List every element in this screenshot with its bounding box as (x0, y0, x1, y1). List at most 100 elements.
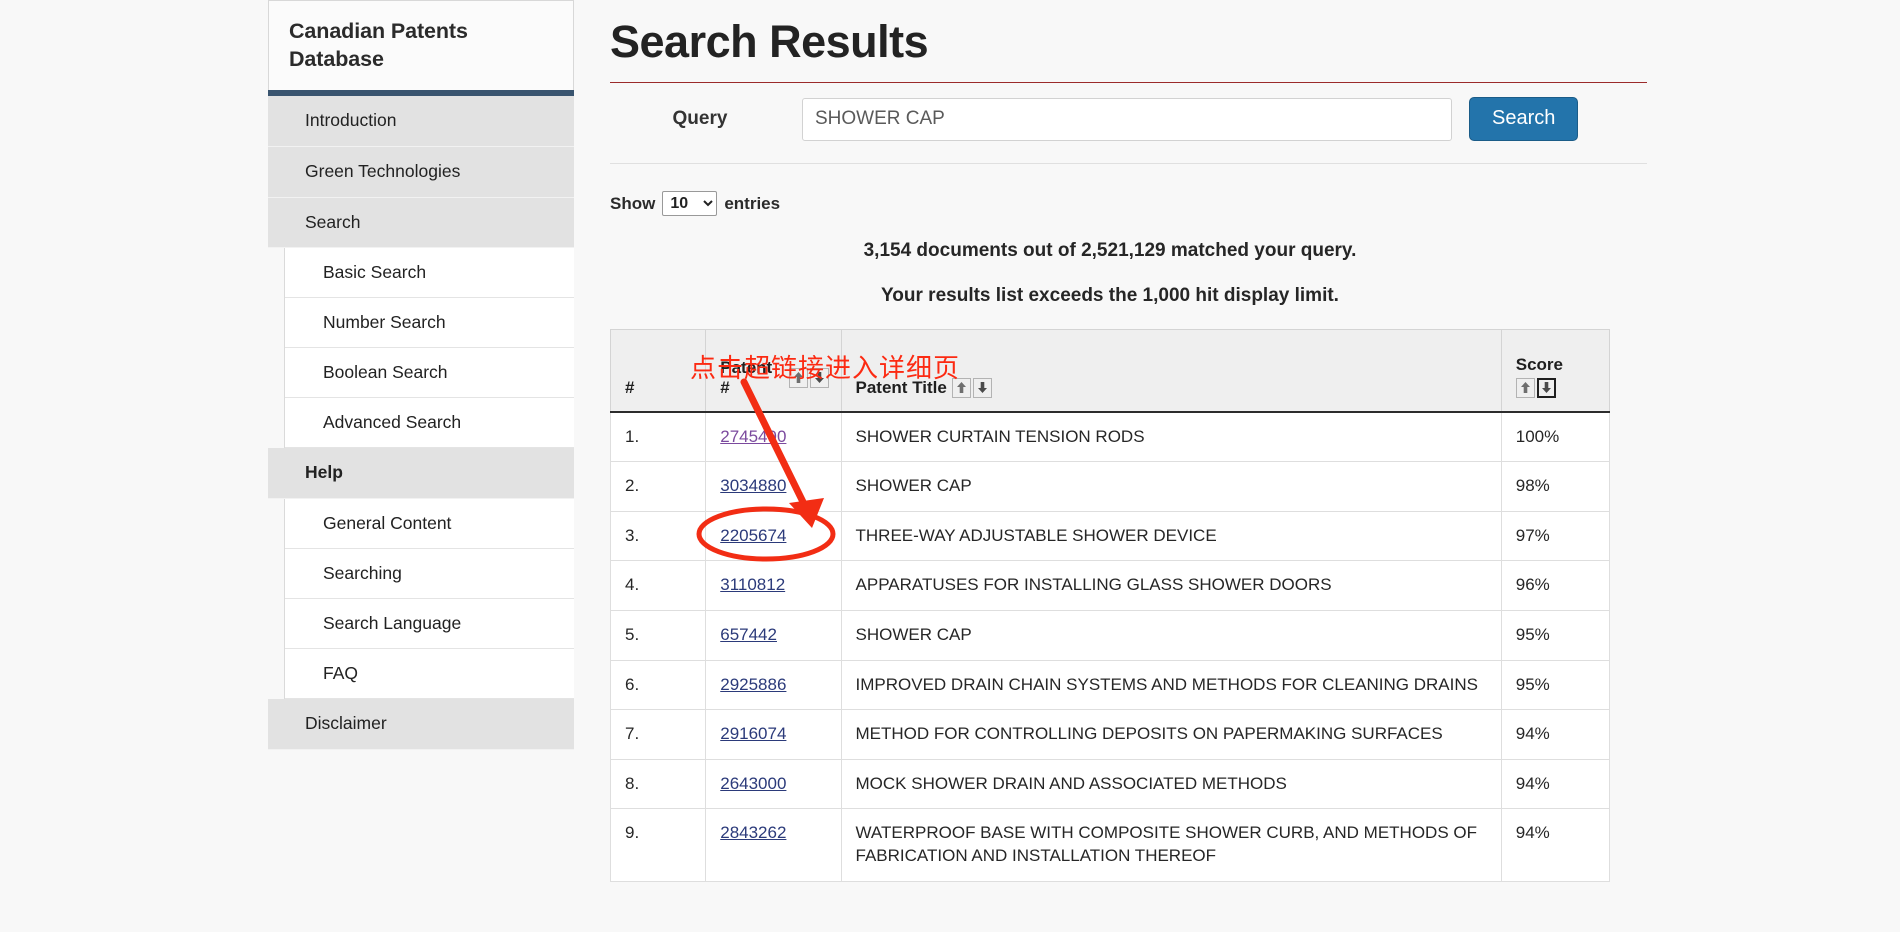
score-cell: 96% (1501, 561, 1609, 611)
patent-title-cell: SHOWER CAP (841, 610, 1501, 660)
table-row: 7. 2916074 METHOD FOR CONTROLLING DEPOSITS… (611, 710, 1610, 760)
score-cell: 100% (1501, 412, 1609, 462)
sidebar-subgroup: Basic SearchNumber SearchBoolean SearchA… (284, 248, 574, 448)
sidebar-nav-list: IntroductionGreen TechnologiesSearchBasi… (268, 96, 574, 750)
patent-title-cell: SHOWER CURTAIN TENSION RODS (841, 412, 1501, 462)
patent-number-link[interactable]: 2925886 (720, 675, 786, 694)
sidebar-item-help[interactable]: Help (268, 448, 574, 499)
patent-number-link[interactable]: 3034880 (720, 476, 786, 495)
sidebar-subgroup: General ContentSearchingSearch LanguageF… (284, 499, 574, 699)
patent-number-link[interactable]: 657442 (720, 625, 777, 644)
score-cell: 94% (1501, 759, 1609, 809)
patent-number-link[interactable]: 2843262 (720, 823, 786, 842)
patent-title-cell: WATERPROOF BASE WITH COMPOSITE SHOWER CU… (841, 809, 1501, 881)
patent-title-cell: THREE-WAY ADJUSTABLE SHOWER DEVICE (841, 511, 1501, 561)
sort-title-asc-icon[interactable] (952, 378, 971, 398)
sort-title-desc-icon[interactable] (973, 378, 992, 398)
row-index: 6. (611, 660, 706, 710)
patent-number-cell: 2925886 (706, 660, 841, 710)
th-score-label: Score (1516, 355, 1563, 375)
th-score: Score (1501, 330, 1609, 412)
sidebar-item-number-search[interactable]: Number Search (285, 298, 574, 348)
left-gutter (0, 0, 268, 932)
sidebar-item-search-language[interactable]: Search Language (285, 599, 574, 649)
sidebar-item-basic-search[interactable]: Basic Search (285, 248, 574, 298)
sort-score-desc-icon[interactable] (1537, 378, 1556, 398)
sidebar-item-general-content[interactable]: General Content (285, 499, 574, 549)
patent-number-link[interactable]: 2205674 (720, 526, 786, 545)
sidebar-item-introduction[interactable]: Introduction (268, 96, 574, 147)
sidebar-item-boolean-search[interactable]: Boolean Search (285, 348, 574, 398)
sidebar-item-search[interactable]: Search (268, 198, 574, 249)
sort-patent-desc-icon[interactable] (810, 368, 829, 388)
search-input[interactable] (802, 98, 1452, 141)
table-row: 8. 2643000 MOCK SHOWER DRAIN AND ASSOCIATE… (611, 759, 1610, 809)
show-label: Show (610, 194, 655, 214)
patent-number-link[interactable]: 2916074 (720, 724, 786, 743)
patent-title-cell: SHOWER CAP (841, 462, 1501, 512)
sort-patent-asc-icon[interactable] (789, 368, 808, 388)
score-sort-controls (1516, 378, 1556, 398)
table-row: 4. 3110812 APPARATUSES FOR INSTALLING GLAS… (611, 561, 1610, 611)
patent-number-link[interactable]: 2643000 (720, 774, 786, 793)
score-cell: 94% (1501, 710, 1609, 760)
row-index: 4. (611, 561, 706, 611)
result-count-text: 3,154 documents out of 2,521,129 matched… (610, 240, 1610, 262)
row-index: 5. (611, 610, 706, 660)
title-sort-controls (952, 378, 992, 398)
search-button[interactable]: Search (1469, 97, 1578, 141)
row-index: 7. (611, 710, 706, 760)
score-cell: 95% (1501, 610, 1609, 660)
sidebar-item-disclaimer[interactable]: Disclaimer (268, 699, 574, 750)
results-table-body: 1. 2745490 SHOWER CURTAIN TENSION RODS100%… (611, 412, 1610, 882)
patent-number-link[interactable]: 2745490 (720, 427, 786, 446)
row-index: 3. (611, 511, 706, 561)
row-index: 1. (611, 412, 706, 462)
page-root: Canadian Patents Database IntroductionGr… (0, 0, 1900, 932)
entries-select[interactable]: 102550100 (662, 191, 717, 216)
th-index: # (611, 330, 706, 412)
row-index: 8. (611, 759, 706, 809)
patent-number-cell: 3110812 (706, 561, 841, 611)
sidebar-item-green-technologies[interactable]: Green Technologies (268, 147, 574, 198)
patent-title-cell: IMPROVED DRAIN CHAIN SYSTEMS AND METHODS… (841, 660, 1501, 710)
query-row: Query Search (610, 83, 1647, 164)
sidebar-title: Canadian Patents Database (289, 17, 555, 74)
patent-title-cell: METHOD FOR CONTROLLING DEPOSITS ON PAPER… (841, 710, 1501, 760)
entries-label: entries (724, 194, 780, 214)
results-table-head: # Patent # (611, 330, 1610, 412)
patent-number-cell: 2843262 (706, 809, 841, 881)
patent-number-cell: 2745490 (706, 412, 841, 462)
sidebar-title-box: Canadian Patents Database (268, 0, 574, 90)
table-row: 3. 2205674 THREE-WAY ADJUSTABLE SHOWER DEV… (611, 511, 1610, 561)
score-cell: 94% (1501, 809, 1609, 881)
sort-score-asc-icon[interactable] (1516, 378, 1535, 398)
table-row: 2. 3034880 SHOWER CAP98% (611, 462, 1610, 512)
result-limit-text: Your results list exceeds the 1,000 hit … (610, 285, 1610, 307)
table-header-row: # Patent # (611, 330, 1610, 412)
score-cell: 98% (1501, 462, 1609, 512)
patent-number-link[interactable]: 3110812 (720, 575, 785, 594)
sidebar-item-searching[interactable]: Searching (285, 549, 574, 599)
patent-title-cell: APPARATUSES FOR INSTALLING GLASS SHOWER … (841, 561, 1501, 611)
sidebar-item-advanced-search[interactable]: Advanced Search (285, 398, 574, 448)
patent-number-cell: 2916074 (706, 710, 841, 760)
sidebar-item-faq[interactable]: FAQ (285, 649, 574, 699)
patent-number-cell: 3034880 (706, 462, 841, 512)
patent-title-cell: MOCK SHOWER DRAIN AND ASSOCIATED METHODS (841, 759, 1501, 809)
row-index: 2. (611, 462, 706, 512)
th-patent-number: Patent # (706, 330, 841, 412)
table-row: 6. 2925886 IMPROVED DRAIN CHAIN SYSTEMS AN… (611, 660, 1610, 710)
table-row: 5. 657442 SHOWER CAP95% (611, 610, 1610, 660)
page-title: Search Results (610, 16, 1900, 82)
th-title-label: Patent Title (856, 378, 947, 398)
patent-number-cell: 2643000 (706, 759, 841, 809)
results-table: # Patent # (610, 329, 1610, 882)
query-label: Query (610, 108, 802, 130)
th-patent-label: Patent # (720, 358, 783, 398)
sidebar: Canadian Patents Database IntroductionGr… (268, 0, 574, 750)
table-row: 9. 2843262 WATERPROOF BASE WITH COMPOSITE … (611, 809, 1610, 881)
patent-number-cell: 657442 (706, 610, 841, 660)
patent-sort-controls (789, 368, 829, 388)
row-index: 9. (611, 809, 706, 881)
